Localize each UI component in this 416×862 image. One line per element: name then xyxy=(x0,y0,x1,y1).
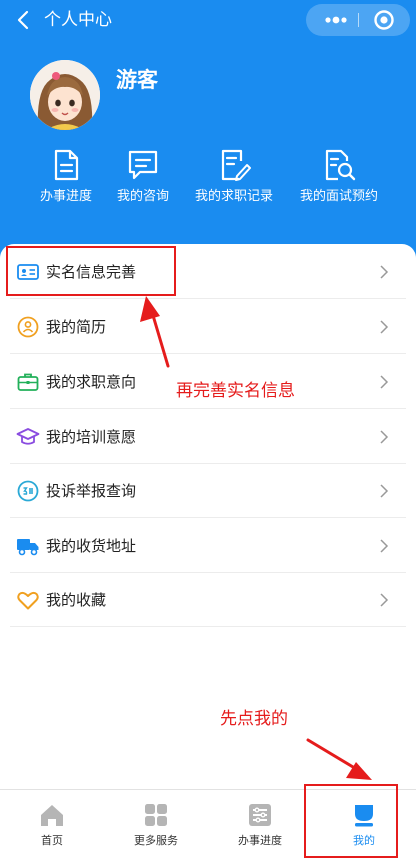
quick-action-label: 我的面试预约 xyxy=(299,189,378,204)
complaint-icon xyxy=(17,480,39,502)
chevron-right-icon xyxy=(380,593,389,607)
page-title: 个人中心 xyxy=(44,10,112,30)
document-icon xyxy=(54,149,79,181)
menu-item-favorites[interactable]: 我的收藏 xyxy=(10,573,406,627)
chevron-right-icon xyxy=(380,375,389,389)
quick-action-label: 我的求职记录 xyxy=(194,189,273,204)
navbar: 个人中心 xyxy=(0,0,416,42)
heart-icon xyxy=(17,591,39,610)
truck-icon xyxy=(17,539,39,556)
tab-label: 首页 xyxy=(41,834,63,847)
menu-item-label: 投诉举报查询 xyxy=(46,482,137,500)
menu-item-training[interactable]: 我的培训意愿 xyxy=(10,410,406,464)
menu-item-label: 我的培训意愿 xyxy=(46,428,137,446)
tab-label: 更多服务 xyxy=(134,834,178,847)
list-icon xyxy=(249,804,271,826)
quick-action-consult[interactable]: 我的咨询 xyxy=(93,148,193,218)
tab-home[interactable]: 首页 xyxy=(0,790,104,862)
resume-icon xyxy=(17,316,39,338)
menu-item-label: 我的收货地址 xyxy=(46,537,137,555)
capsule-divider xyxy=(358,13,359,27)
highlight-box-my-tab xyxy=(304,784,398,858)
chat-icon xyxy=(128,150,158,180)
chevron-right-icon xyxy=(380,320,389,334)
menu-item-resume[interactable]: 我的简历 xyxy=(10,300,406,354)
more-icon[interactable] xyxy=(314,4,358,36)
home-icon xyxy=(41,805,63,826)
chevron-right-icon xyxy=(380,430,389,444)
tab-label: 办事进度 xyxy=(238,834,282,847)
avatar[interactable] xyxy=(30,60,100,130)
highlight-box-real-name xyxy=(6,246,176,296)
graduation-cap-icon xyxy=(16,428,40,445)
grid-icon xyxy=(145,804,167,826)
quick-action-label: 我的咨询 xyxy=(116,189,169,204)
chevron-right-icon xyxy=(380,539,389,553)
username: 游客 xyxy=(116,68,158,92)
quick-action-interview[interactable]: 我的面试预约 xyxy=(289,148,389,218)
chevron-right-icon xyxy=(380,484,389,498)
miniapp-capsule xyxy=(306,4,410,36)
menu-item-complaint[interactable]: 投诉举报查询 xyxy=(10,464,406,518)
annotation-step-two: 再完善实名信息 xyxy=(176,381,295,401)
avatar-illustration xyxy=(30,60,100,130)
menu-item-label: 我的收藏 xyxy=(46,591,107,609)
quick-action-job-records[interactable]: 我的求职记录 xyxy=(184,148,284,218)
menu-item-label: 我的简历 xyxy=(46,318,107,336)
close-miniapp-icon[interactable] xyxy=(368,7,400,33)
briefcase-icon xyxy=(17,373,39,391)
back-icon[interactable] xyxy=(12,8,34,32)
chevron-right-icon xyxy=(380,265,389,279)
tab-progress[interactable]: 办事进度 xyxy=(208,790,312,862)
menu-item-address[interactable]: 我的收货地址 xyxy=(10,519,406,573)
document-search-icon xyxy=(325,149,356,181)
tab-more-services[interactable]: 更多服务 xyxy=(104,790,208,862)
menu-item-label: 我的求职意向 xyxy=(46,373,137,391)
annotation-step-one: 先点我的 xyxy=(220,709,288,729)
edit-document-icon xyxy=(221,149,251,181)
profile-header: 个人中心 游客 办事进度 我的咨询 我的求职记录 我的面试预约 xyxy=(0,0,416,280)
